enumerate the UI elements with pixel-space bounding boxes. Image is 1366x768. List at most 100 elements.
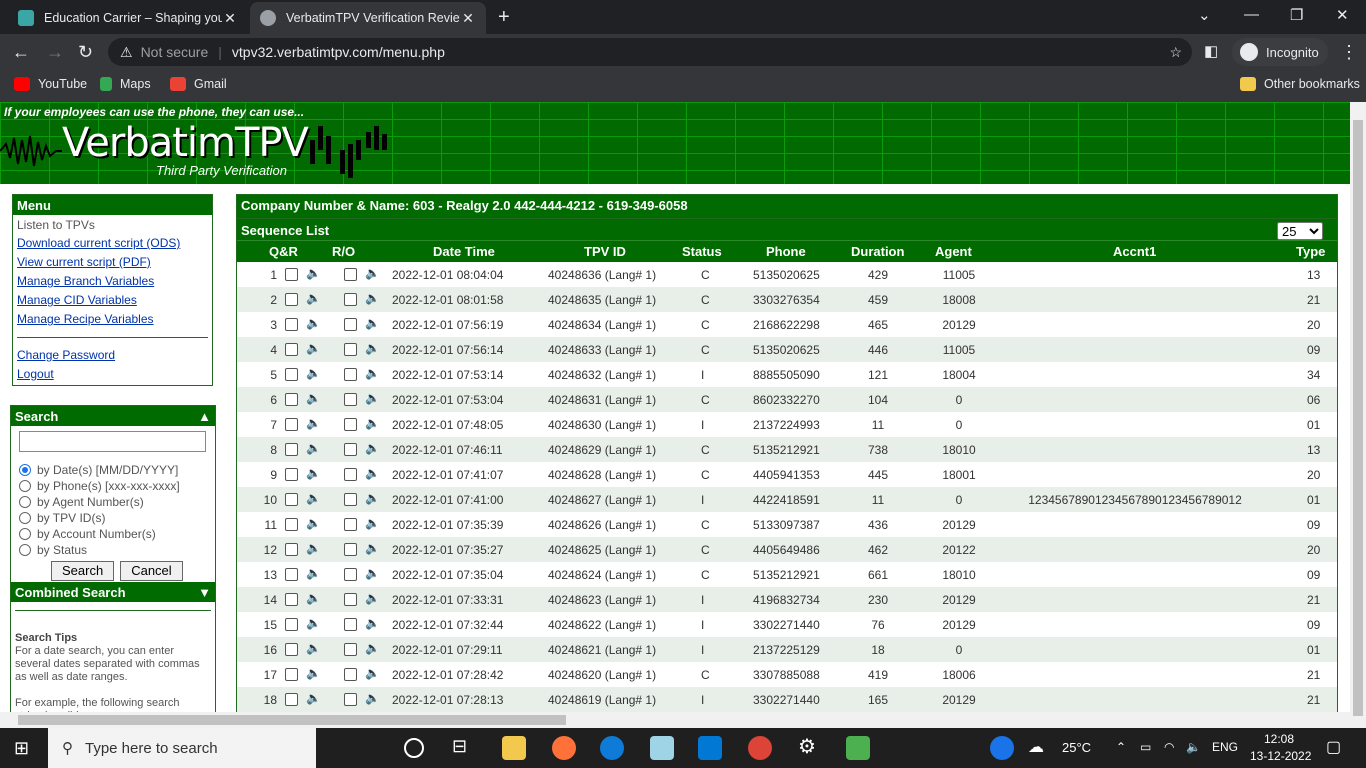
radio-button[interactable] xyxy=(19,528,31,540)
bookmark-star-icon[interactable]: ☆ xyxy=(1169,44,1182,61)
other-bookmarks[interactable]: Other bookmarks xyxy=(1240,77,1360,91)
ro-checkbox[interactable] xyxy=(344,643,357,656)
radio-by-agent[interactable]: by Agent Number(s) xyxy=(19,494,215,510)
qr-checkbox[interactable] xyxy=(285,618,298,631)
close-tab-icon[interactable]: ✕ xyxy=(460,10,476,27)
ro-checkbox[interactable] xyxy=(344,518,357,531)
close-tab-icon[interactable]: ✕ xyxy=(222,10,238,27)
qr-checkbox[interactable] xyxy=(285,693,298,706)
qr-play-speaker-icon[interactable]: 🔈 xyxy=(306,591,321,605)
ro-checkbox[interactable] xyxy=(344,343,357,356)
menu-link-branch-variables[interactable]: Manage Branch Variables xyxy=(13,272,212,291)
side-panel-icon[interactable]: ◧ xyxy=(1204,42,1218,60)
qr-checkbox[interactable] xyxy=(285,643,298,656)
language-indicator[interactable]: ENG xyxy=(1212,740,1238,754)
chrome-icon[interactable] xyxy=(748,736,772,760)
qr-play-speaker-icon[interactable]: 🔈 xyxy=(306,616,321,630)
ro-play-speaker-icon[interactable]: 🔈 xyxy=(365,391,380,405)
qr-checkbox[interactable] xyxy=(285,368,298,381)
menu-link-change-password[interactable]: Change Password xyxy=(13,346,212,365)
qr-checkbox[interactable] xyxy=(285,568,298,581)
radio-button[interactable] xyxy=(19,512,31,524)
vertical-scroll-thumb[interactable] xyxy=(1353,120,1363,716)
incognito-badge[interactable]: Incognito xyxy=(1232,38,1328,66)
ro-checkbox[interactable] xyxy=(344,568,357,581)
notes-icon[interactable] xyxy=(650,736,674,760)
radio-button[interactable] xyxy=(19,464,31,476)
ro-play-speaker-icon[interactable]: 🔈 xyxy=(365,441,380,455)
radio-button[interactable] xyxy=(19,544,31,556)
ro-play-speaker-icon[interactable]: 🔈 xyxy=(365,341,380,355)
ro-checkbox[interactable] xyxy=(344,543,357,556)
qr-checkbox[interactable] xyxy=(285,593,298,606)
horizontal-scrollbar[interactable] xyxy=(0,712,1350,728)
task-view-icon[interactable] xyxy=(404,738,424,758)
qr-play-speaker-icon[interactable]: 🔈 xyxy=(306,516,321,530)
ro-checkbox[interactable] xyxy=(344,393,357,406)
qr-play-speaker-icon[interactable]: 🔈 xyxy=(306,666,321,680)
firefox-icon[interactable] xyxy=(552,736,576,760)
search-header[interactable]: Search ▲ xyxy=(11,406,215,426)
qr-checkbox[interactable] xyxy=(285,393,298,406)
qr-play-speaker-icon[interactable]: 🔈 xyxy=(306,541,321,555)
help-icon[interactable] xyxy=(990,736,1014,760)
menu-link-logout[interactable]: Logout xyxy=(13,365,212,384)
minimize-icon[interactable]: — xyxy=(1244,6,1259,23)
temperature[interactable]: 25°C xyxy=(1062,740,1091,755)
qr-play-speaker-icon[interactable]: 🔈 xyxy=(306,466,321,480)
qr-play-speaker-icon[interactable]: 🔈 xyxy=(306,291,321,305)
radio-by-account[interactable]: by Account Number(s) xyxy=(19,526,215,542)
address-bar[interactable]: ⚠ Not secure | vtpv32.verbatimtpv.com/me… xyxy=(108,38,1192,66)
ro-checkbox[interactable] xyxy=(344,443,357,456)
reload-icon[interactable]: ↻ xyxy=(78,42,93,63)
qr-play-speaker-icon[interactable]: 🔈 xyxy=(306,416,321,430)
new-tab-icon[interactable]: + xyxy=(498,6,510,29)
ro-checkbox[interactable] xyxy=(344,268,357,281)
notification-icon[interactable]: ▢ xyxy=(1326,737,1341,757)
ro-play-speaker-icon[interactable]: 🔈 xyxy=(365,516,380,530)
expand-arrow-icon[interactable]: ▼ xyxy=(198,585,211,600)
menu-kebab-icon[interactable]: ⋮ xyxy=(1340,42,1358,63)
ro-play-speaker-icon[interactable]: 🔈 xyxy=(365,591,380,605)
close-window-icon[interactable]: ✕ xyxy=(1336,6,1349,24)
ro-play-speaker-icon[interactable]: 🔈 xyxy=(365,366,380,380)
qr-play-speaker-icon[interactable]: 🔈 xyxy=(306,566,321,580)
ro-play-speaker-icon[interactable]: 🔈 xyxy=(365,416,380,430)
qr-play-speaker-icon[interactable]: 🔈 xyxy=(306,341,321,355)
file-explorer-icon[interactable] xyxy=(502,736,526,760)
ro-checkbox[interactable] xyxy=(344,693,357,706)
ro-checkbox[interactable] xyxy=(344,468,357,481)
vertical-scrollbar[interactable] xyxy=(1350,102,1366,728)
teamviewer-icon[interactable] xyxy=(600,736,624,760)
battery-icon[interactable]: ▭ xyxy=(1140,740,1151,754)
qr-checkbox[interactable] xyxy=(285,668,298,681)
tab-search-chevron-icon[interactable]: ⌄ xyxy=(1198,6,1211,24)
qr-checkbox[interactable] xyxy=(285,443,298,456)
tab-education-carrier[interactable]: Education Carrier – Shaping your ✕ xyxy=(8,2,248,34)
qr-play-speaker-icon[interactable]: 🔈 xyxy=(306,491,321,505)
qr-play-speaker-icon[interactable]: 🔈 xyxy=(306,641,321,655)
bookmark-youtube[interactable]: YouTube xyxy=(14,77,87,91)
wifi-icon[interactable]: ◠ xyxy=(1164,740,1174,754)
volume-icon[interactable]: 🔈 xyxy=(1186,740,1201,754)
qr-play-speaker-icon[interactable]: 🔈 xyxy=(306,391,321,405)
qr-checkbox[interactable] xyxy=(285,418,298,431)
qr-checkbox[interactable] xyxy=(285,268,298,281)
radio-by-phone[interactable]: by Phone(s) [xxx-xxx-xxxx] xyxy=(19,478,215,494)
qr-checkbox[interactable] xyxy=(285,543,298,556)
tab-verbatimtpv[interactable]: VerbatimTPV Verification Review ✕ xyxy=(250,2,486,34)
taskbar-search[interactable]: ⚲ Type here to search xyxy=(48,728,316,768)
search-input[interactable] xyxy=(19,431,206,452)
qr-checkbox[interactable] xyxy=(285,518,298,531)
back-icon[interactable]: ← xyxy=(12,42,30,63)
qr-checkbox[interactable] xyxy=(285,468,298,481)
horizontal-scroll-thumb[interactable] xyxy=(18,715,566,725)
qr-checkbox[interactable] xyxy=(285,343,298,356)
menu-link-cid-variables[interactable]: Manage CID Variables xyxy=(13,291,212,310)
menu-link-view-script[interactable]: View current script (PDF) xyxy=(13,253,212,272)
widgets-icon[interactable]: ⊟ xyxy=(452,736,476,760)
ro-play-speaker-icon[interactable]: 🔈 xyxy=(365,616,380,630)
radio-button[interactable] xyxy=(19,496,31,508)
ro-checkbox[interactable] xyxy=(344,418,357,431)
settings-gear-icon[interactable]: ⚙ xyxy=(798,734,822,758)
